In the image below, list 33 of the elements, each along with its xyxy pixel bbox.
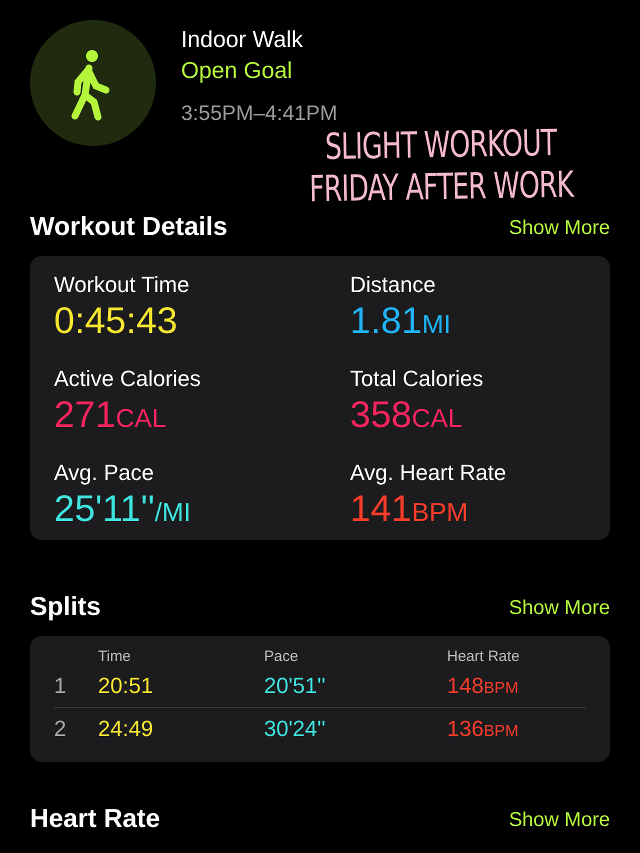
table-cell-text: 30'24'' xyxy=(264,716,327,742)
metric-value: 358CAL xyxy=(350,394,464,436)
metric-value: 25'11''/MI xyxy=(54,488,192,530)
split-number: 2 xyxy=(54,716,68,742)
table-cell-text: 24:49 xyxy=(98,716,154,742)
column-header: Heart Rate xyxy=(447,648,521,665)
section-title: Splits xyxy=(30,591,101,622)
column-header: Time xyxy=(98,648,132,665)
show-more-link[interactable]: Show More xyxy=(508,597,610,622)
table-cell-text: 20'51'' xyxy=(264,673,327,699)
metric-value: 271CAL xyxy=(54,394,168,436)
metric-label: Workout Time xyxy=(54,272,190,298)
section-title: Heart Rate xyxy=(30,803,160,834)
metric-value: 0:45:43 xyxy=(54,300,178,342)
walking-figure-icon xyxy=(30,20,156,146)
metric-label: Distance xyxy=(350,272,437,298)
table-cell-text: 148BPM xyxy=(447,673,520,699)
metric-value: 141BPM xyxy=(350,488,470,530)
show-more-link[interactable]: Show More xyxy=(508,217,610,242)
column-header: Pace xyxy=(264,648,300,665)
split-number: 1 xyxy=(54,673,68,699)
metric-label: Active Calories xyxy=(54,366,202,392)
show-more-link[interactable]: Show More xyxy=(508,809,610,834)
metric-label: Total Calories xyxy=(350,366,484,392)
metric-value: 1.81MI xyxy=(350,300,452,342)
workout-goal: Open Goal xyxy=(181,57,294,84)
metric-label: Avg. Heart Rate xyxy=(350,460,508,486)
workout-title: Indoor Walk xyxy=(181,26,304,53)
section-title: Workout Details xyxy=(30,211,228,242)
table-cell-text: 136BPM xyxy=(447,716,520,742)
time-range: 3:55PM–4:41PM xyxy=(181,102,338,126)
metric-label: Avg. Pace xyxy=(54,460,155,486)
table-cell-text: 20:51 xyxy=(98,673,154,699)
